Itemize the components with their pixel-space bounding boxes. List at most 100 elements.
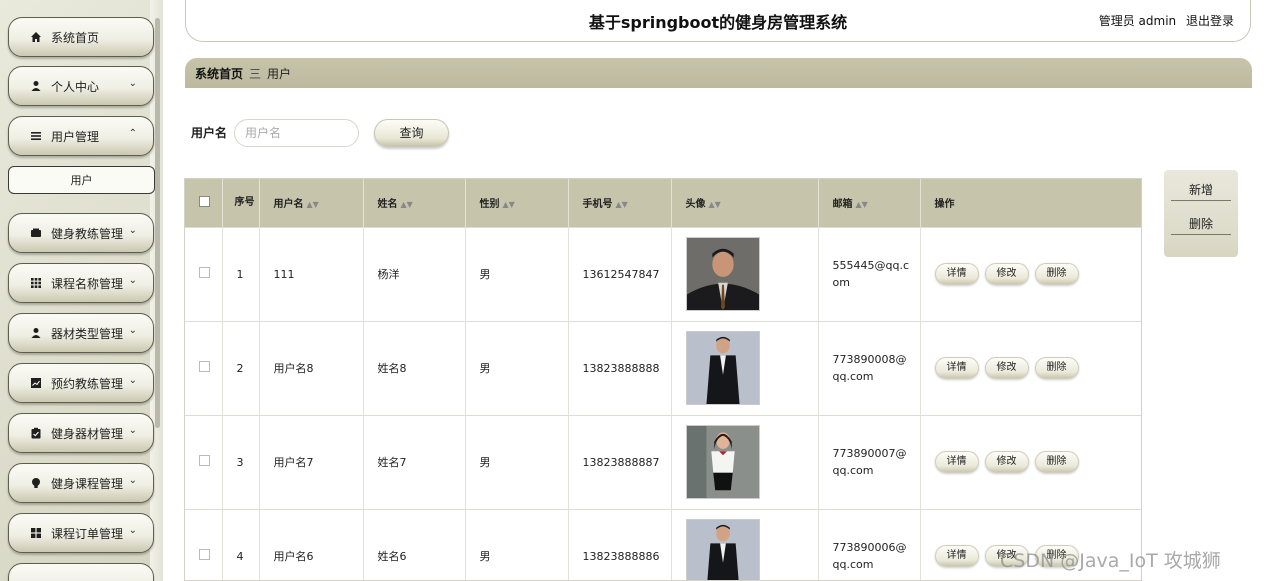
cell-email-text: 773890007@qq.com <box>832 447 907 477</box>
logout-link[interactable]: 退出登录 <box>1186 14 1234 28</box>
sidebar-subitem-user[interactable]: 用户 <box>8 166 155 194</box>
col-actions-label: 操作 <box>934 199 955 211</box>
cell-name: 姓名7 <box>363 415 466 509</box>
cell-phone: 13823888886 <box>568 509 672 580</box>
delete-button[interactable]: 删除 <box>1034 451 1079 473</box>
sidebar: 系统首页 个人中心 ⌄ 用户管理 ⌃ 用户 健身教练管理 ⌄ 课程名称管理 ⌄ <box>0 0 163 581</box>
sidebar-item-course-name-management[interactable]: 课程名称管理 ⌄ <box>8 263 154 303</box>
cell-avatar <box>671 227 819 321</box>
sort-icon[interactable]: ▲▼ <box>401 200 413 209</box>
row-checkbox[interactable] <box>199 361 210 372</box>
table-header-row: 序号 用户名 ▲▼ 姓名 ▲▼ 性别 ▲▼ 手机号 ▲▼ 头像 ▲▼ 邮箱 ▲▼ 操作 <box>185 179 1141 227</box>
cell-actions: 详情 修改 删除 <box>920 321 1141 415</box>
chevron-down-icon: ⌄ <box>128 475 137 486</box>
detail-button[interactable]: 详情 <box>934 545 979 568</box>
chevron-down-icon: ⌄ <box>128 275 137 286</box>
sidebar-item-more[interactable] <box>8 563 154 581</box>
table-row: 3 用户名7 姓名7 男 13823888887 773890007@qq.co… <box>185 415 1141 509</box>
cell-username: 111 <box>259 227 364 321</box>
sidebar-item-label: 健身器材管理 <box>51 426 124 441</box>
table-actions-panel: 新增 删除 <box>1164 170 1238 257</box>
chevron-down-icon: ⌄ <box>128 225 137 236</box>
bulb-icon <box>29 476 43 490</box>
sort-icon[interactable]: ▲▼ <box>307 200 319 209</box>
col-avatar-label: 头像 <box>685 199 706 211</box>
detail-button[interactable]: 详情 <box>934 357 979 379</box>
grid-icon <box>29 276 43 290</box>
col-actions: 操作 <box>920 179 1141 227</box>
cell-index: 4 <box>222 509 260 580</box>
detail-button[interactable]: 详情 <box>934 263 979 285</box>
add-button[interactable]: 新增 <box>1171 179 1231 201</box>
sidebar-item-equipment-type-management[interactable]: 器材类型管理 ⌄ <box>8 313 154 353</box>
cell-gender: 男 <box>465 227 569 321</box>
col-email[interactable]: 邮箱 ▲▼ <box>818 179 921 227</box>
cell-username: 用户名7 <box>259 415 364 509</box>
cell-actions: 详情 修改 删除 <box>920 415 1141 509</box>
avatar-image[interactable] <box>685 519 760 581</box>
row-checkbox[interactable] <box>199 455 210 466</box>
cell-actions: 详情 修改 删除 <box>920 227 1141 321</box>
username-search-input[interactable] <box>234 119 359 147</box>
row-select-cell <box>185 415 223 509</box>
sidebar-item-home[interactable]: 系统首页 <box>8 17 154 57</box>
cell-name: 姓名8 <box>363 321 466 415</box>
col-username[interactable]: 用户名 ▲▼ <box>259 179 364 227</box>
row-select-cell <box>185 321 223 415</box>
sidebar-subitem-label: 用户 <box>70 174 93 187</box>
sidebar-item-coach-booking-management[interactable]: 预约教练管理 ⌄ <box>8 363 154 403</box>
sidebar-item-coach-management[interactable]: 健身教练管理 ⌄ <box>8 213 154 253</box>
sort-icon[interactable]: ▲▼ <box>709 200 721 209</box>
sidebar-item-course-management[interactable]: 健身课程管理 ⌄ <box>8 463 154 503</box>
sort-icon[interactable]: ▲▼ <box>616 200 628 209</box>
chevron-up-icon: ⌃ <box>128 128 137 139</box>
batch-delete-button[interactable]: 删除 <box>1171 213 1231 235</box>
avatar-image[interactable] <box>685 425 760 499</box>
sort-icon[interactable]: ▲▼ <box>856 200 868 209</box>
edit-button[interactable]: 修改 <box>984 263 1029 285</box>
sidebar-item-course-order-management[interactable]: 课程订单管理 ⌄ <box>8 513 154 553</box>
sidebar-item-label: 课程订单管理 <box>51 526 124 541</box>
detail-button[interactable]: 详情 <box>934 451 979 473</box>
edit-button[interactable]: 修改 <box>984 451 1029 473</box>
col-phone[interactable]: 手机号 ▲▼ <box>568 179 672 227</box>
cell-email: 773890006@qq.com <box>818 509 921 580</box>
home-icon <box>29 30 43 44</box>
select-all-checkbox[interactable] <box>199 195 210 207</box>
cell-phone: 13823888887 <box>568 415 672 509</box>
chevron-down-icon: ⌄ <box>128 425 137 436</box>
delete-button[interactable]: 删除 <box>1034 263 1079 285</box>
col-gender-label: 性别 <box>479 199 500 211</box>
chevron-down-icon: ⌄ <box>128 525 137 536</box>
cell-avatar <box>671 321 819 415</box>
row-checkbox[interactable] <box>199 267 210 278</box>
row-checkbox[interactable] <box>199 549 210 561</box>
table-row: 2 用户名8 姓名8 男 13823888888 773890008@qq.co… <box>185 321 1141 415</box>
query-button[interactable]: 查询 <box>374 119 449 147</box>
col-name[interactable]: 姓名 ▲▼ <box>363 179 466 227</box>
sidebar-scrollbar[interactable] <box>155 18 160 428</box>
cell-email: 555445@qq.com <box>818 227 921 321</box>
avatar-image[interactable] <box>685 237 760 311</box>
sidebar-item-equipment-management[interactable]: 健身器材管理 ⌄ <box>8 413 154 453</box>
sidebar-item-personal-center[interactable]: 个人中心 ⌄ <box>8 66 154 106</box>
select-all-cell <box>185 179 223 227</box>
avatar-image[interactable] <box>685 331 760 405</box>
cell-phone: 13823888888 <box>568 321 672 415</box>
cell-email: 773890008@qq.com <box>818 321 921 415</box>
sort-icon[interactable]: ▲▼ <box>503 200 515 209</box>
apps-icon <box>29 526 43 540</box>
header-user-area: 管理员 admin 退出登录 <box>1093 12 1234 29</box>
col-gender[interactable]: 性别 ▲▼ <box>465 179 569 227</box>
col-avatar[interactable]: 头像 ▲▼ <box>671 179 819 227</box>
col-username-label: 用户名 <box>273 199 304 211</box>
edit-button[interactable]: 修改 <box>984 357 1029 379</box>
delete-button[interactable]: 删除 <box>1034 357 1079 379</box>
chart-icon <box>29 376 43 390</box>
sidebar-item-user-management[interactable]: 用户管理 ⌃ <box>8 116 154 156</box>
col-name-label: 姓名 <box>377 199 398 211</box>
breadcrumb-home[interactable]: 系统首页 <box>195 65 243 82</box>
sidebar-item-label: 预约教练管理 <box>51 376 124 391</box>
cell-gender: 男 <box>465 415 569 509</box>
cell-phone: 13612547847 <box>568 227 672 321</box>
